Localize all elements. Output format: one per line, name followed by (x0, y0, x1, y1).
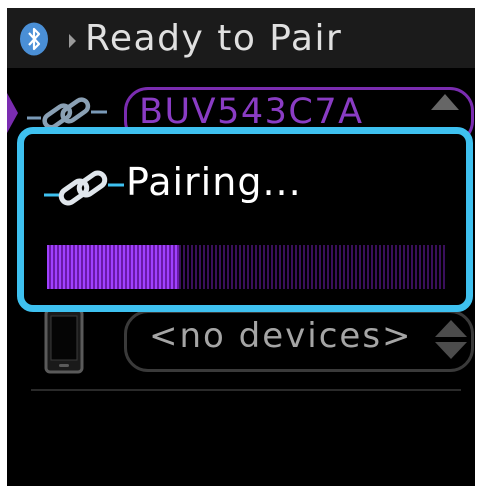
chevron-up-icon[interactable] (435, 320, 467, 337)
pairing-dialog: Pairing... (17, 127, 473, 312)
paired-device-value: <no devices> (149, 316, 413, 356)
pairing-progress-fill (47, 245, 179, 289)
device-screen: Ready to Pair BUV543C7A <no devices> Pai… (7, 8, 475, 486)
breadcrumb-arrow-icon (69, 34, 76, 48)
pairing-progress-bar (47, 245, 447, 289)
header-bar: Ready to Pair (7, 8, 475, 68)
row-selector-indicator (7, 93, 18, 133)
divider (31, 389, 461, 391)
device-name-value: BUV543C7A (139, 92, 364, 132)
bluetooth-icon (20, 22, 48, 56)
link-icon (44, 170, 124, 206)
chevron-up-icon[interactable] (431, 94, 459, 110)
dialog-title: Pairing... (126, 160, 302, 204)
phone-icon (44, 308, 84, 374)
chevron-down-icon[interactable] (435, 342, 467, 359)
page-title: Ready to Pair (85, 18, 343, 59)
